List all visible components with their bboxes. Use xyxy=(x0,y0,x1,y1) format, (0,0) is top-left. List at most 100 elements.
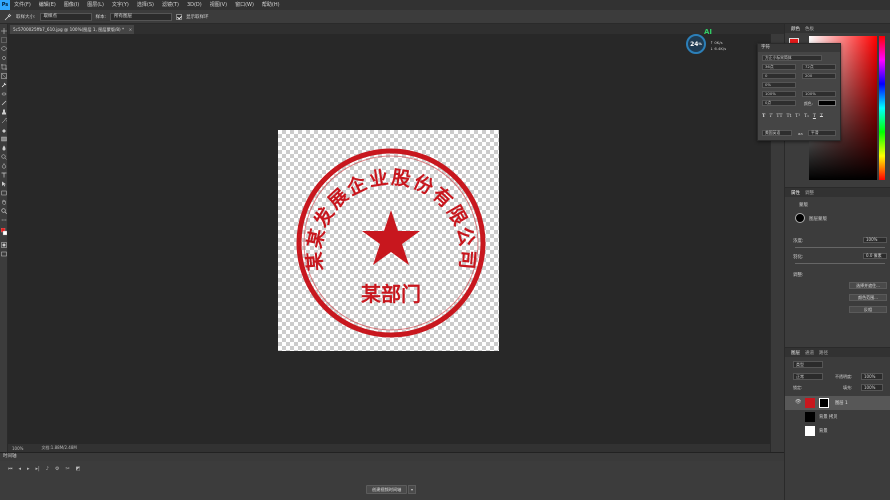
menu-filter[interactable]: 滤镜(T) xyxy=(158,0,183,10)
menu-3d[interactable]: 3D(D) xyxy=(183,0,206,10)
prev-frame-icon[interactable]: ◂ xyxy=(19,466,22,472)
menu-help[interactable]: 帮助(H) xyxy=(258,0,284,10)
mask-thumbnail[interactable] xyxy=(819,398,829,408)
layer-row[interactable]: 👁 图层 1 xyxy=(785,396,890,410)
close-icon[interactable]: × xyxy=(129,25,133,34)
blur-tool-icon[interactable] xyxy=(1,145,7,151)
eyedropper-tool-icon[interactable] xyxy=(1,82,7,88)
tracking-field[interactable]: 200 xyxy=(802,73,836,79)
gradient-tool-icon[interactable] xyxy=(1,136,7,142)
underline-button[interactable]: T xyxy=(813,114,816,119)
menu-type[interactable]: 文字(Y) xyxy=(108,0,133,10)
eye-icon[interactable]: 👁 xyxy=(795,400,801,405)
tab-color[interactable]: 颜色 xyxy=(791,26,800,32)
fill-field[interactable]: 100% xyxy=(861,384,883,391)
chevron-down-icon[interactable]: ▾ xyxy=(408,485,416,494)
marquee-tool-icon[interactable] xyxy=(1,37,7,43)
faux-bold-button[interactable]: T xyxy=(762,114,765,119)
leading-field[interactable]: 72点 xyxy=(802,64,836,70)
tab-swatches[interactable]: 色板 xyxy=(805,26,814,32)
tab-channels[interactable]: 通道 xyxy=(805,350,814,356)
rectangle-tool-icon[interactable] xyxy=(1,190,7,196)
type-tool-icon[interactable] xyxy=(1,172,7,178)
all-caps-button[interactable]: TT xyxy=(776,114,782,119)
font-family-select[interactable]: 方正小标宋简体 xyxy=(762,55,822,61)
healing-brush-tool-icon[interactable] xyxy=(1,91,7,97)
strikethrough-button[interactable]: T xyxy=(820,114,823,119)
horizontal-scale-field[interactable]: 100% xyxy=(802,91,836,97)
frame-tool-icon[interactable] xyxy=(1,73,7,79)
layer-row[interactable]: 背景 拷贝 xyxy=(785,410,890,424)
hand-tool-icon[interactable] xyxy=(1,199,7,205)
create-video-timeline-button[interactable]: 创建视频时间轴 xyxy=(366,485,408,494)
layer-filter-select[interactable]: 类型 xyxy=(793,361,823,368)
invert-button[interactable]: 反相 xyxy=(849,306,887,313)
baseline-shift-field[interactable]: 0点 xyxy=(762,100,796,106)
photoshop-logo[interactable]: Ps xyxy=(0,0,10,10)
menu-edit[interactable]: 编辑(E) xyxy=(35,0,60,10)
tab-properties[interactable]: 属性 xyxy=(791,190,800,196)
font-size-field[interactable]: 36点 xyxy=(762,64,796,70)
small-caps-button[interactable]: Tt xyxy=(786,114,791,119)
audio-icon[interactable]: ♪ xyxy=(46,466,49,472)
canvas-area[interactable]: 某某发展企业股份有限公司 某部门 xyxy=(8,34,770,444)
feather-field[interactable]: 0.0 像素 xyxy=(863,253,887,259)
feather-slider[interactable] xyxy=(795,263,885,264)
dodge-tool-icon[interactable] xyxy=(1,154,7,160)
kerning-field[interactable]: 0 xyxy=(762,73,796,79)
quick-mask-icon[interactable] xyxy=(1,242,7,248)
layer-name[interactable]: 背景 拷贝 xyxy=(819,414,838,420)
faux-italic-button[interactable]: T xyxy=(769,114,772,119)
sample-size-select[interactable]: 取样点 xyxy=(39,12,92,21)
more-tools-icon[interactable] xyxy=(1,217,7,223)
eyedropper-icon[interactable] xyxy=(4,13,12,21)
antialias-select[interactable]: 平滑 xyxy=(808,130,836,136)
menu-layer[interactable]: 图层(L) xyxy=(83,0,108,10)
ai-usage-badge[interactable]: 24% xyxy=(686,34,706,54)
menu-image[interactable]: 图像(I) xyxy=(60,0,83,10)
quick-select-tool-icon[interactable] xyxy=(1,55,7,61)
zoom-tool-icon[interactable] xyxy=(1,208,7,214)
color-range-button[interactable]: 颜色范围... xyxy=(849,294,887,301)
show-ring-checkbox[interactable] xyxy=(176,13,183,20)
menu-file[interactable]: 文件(F) xyxy=(10,0,35,10)
mask-thumbnail[interactable] xyxy=(795,213,805,223)
zoom-level[interactable]: 100% xyxy=(12,446,23,451)
scale-field[interactable]: 0% xyxy=(762,82,796,88)
select-and-mask-button[interactable]: 选择并遮住... xyxy=(849,282,887,289)
sample-select[interactable]: 所有图层 xyxy=(110,12,173,21)
eraser-tool-icon[interactable] xyxy=(1,127,7,133)
screen-mode-icon[interactable] xyxy=(1,251,7,257)
pen-tool-icon[interactable] xyxy=(1,163,7,169)
transition-icon[interactable]: ◩ xyxy=(76,466,81,472)
brush-tool-icon[interactable] xyxy=(1,100,7,106)
subscript-button[interactable]: T₁ xyxy=(804,114,809,119)
first-frame-icon[interactable]: ⏮ xyxy=(8,466,13,472)
history-brush-tool-icon[interactable] xyxy=(1,118,7,124)
superscript-button[interactable]: T¹ xyxy=(795,114,800,119)
color-swatches-icon[interactable] xyxy=(1,228,7,238)
clone-stamp-tool-icon[interactable] xyxy=(1,109,7,115)
tab-layers[interactable]: 图层 xyxy=(791,350,800,356)
split-icon[interactable]: ✂ xyxy=(65,466,69,472)
next-frame-icon[interactable]: ▸| xyxy=(36,466,40,472)
document-canvas[interactable]: 某某发展企业股份有限公司 某部门 xyxy=(278,130,499,351)
density-slider[interactable] xyxy=(795,247,885,248)
move-tool-icon[interactable] xyxy=(1,28,7,34)
hue-slider[interactable] xyxy=(879,36,885,180)
text-color-swatch[interactable] xyxy=(818,100,836,106)
layer-name[interactable]: 图层 1 xyxy=(835,400,848,406)
document-tab[interactable]: 5c5700025ffb7_610.jpg @ 100%(图层 1, 图层蒙版/… xyxy=(10,25,135,34)
path-select-tool-icon[interactable] xyxy=(1,181,7,187)
menu-select[interactable]: 选择(S) xyxy=(133,0,158,10)
tab-adjustments[interactable]: 调整 xyxy=(805,190,814,196)
density-field[interactable]: 100% xyxy=(863,237,887,243)
crop-tool-icon[interactable] xyxy=(1,64,7,70)
play-icon[interactable]: ▸ xyxy=(27,466,30,472)
settings-icon[interactable]: ⚙ xyxy=(55,466,59,472)
tab-paths[interactable]: 路径 xyxy=(819,350,828,356)
layer-name[interactable]: 背景 xyxy=(819,428,828,434)
language-select[interactable]: 美国英语 xyxy=(762,130,792,136)
lasso-tool-icon[interactable] xyxy=(1,46,7,52)
menu-view[interactable]: 视图(V) xyxy=(206,0,231,10)
